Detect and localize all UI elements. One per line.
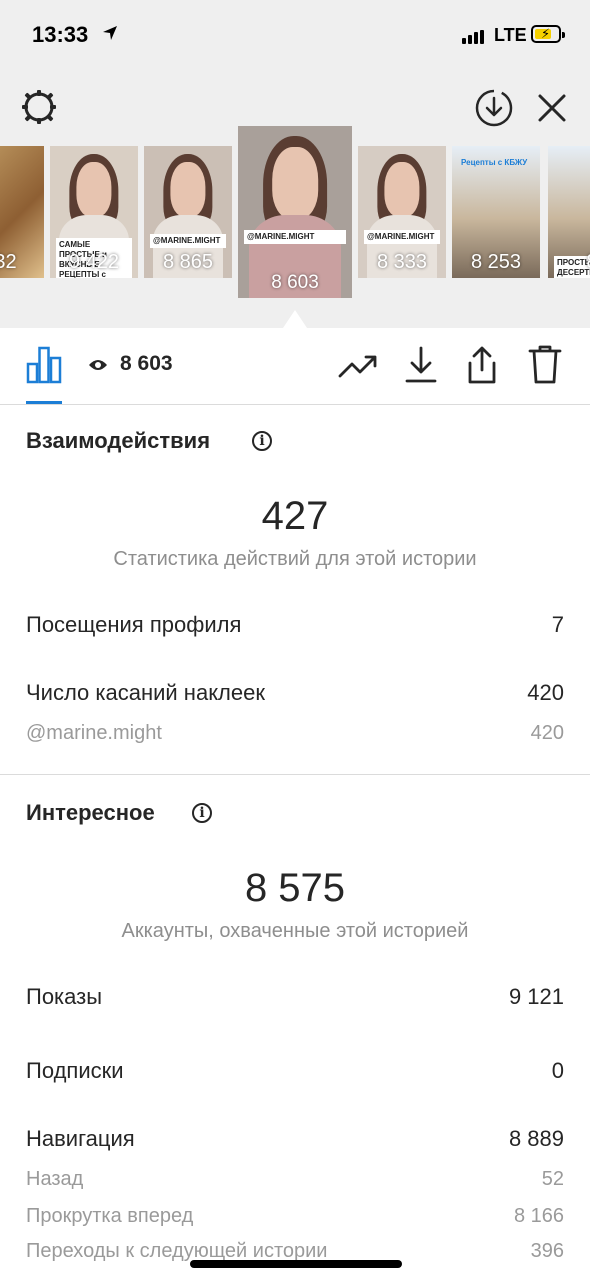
download-icon[interactable] (404, 346, 438, 384)
eye-icon (89, 360, 107, 370)
share-icon[interactable] (464, 345, 500, 385)
stat-label: Назад (26, 1168, 84, 1190)
stat-value: 8 889 (508, 1126, 564, 1151)
status-bar: 13:33 LTE ⚡ (0, 0, 590, 72)
story-thumbnail[interactable]: @MARINE.MIGHT 8 333 (358, 146, 446, 278)
stat-row-impressions: Показы 9 121 (26, 984, 564, 1010)
discovery-info-icon[interactable]: i (192, 803, 212, 823)
story-thumbnail[interactable]: САМЫЕ ПРОСТЫЕ и ВКУСНЫЕ РЕЦЕПТЫ с ВЫЖ 9 … (50, 146, 138, 278)
stat-subrow-back: Назад 52 (26, 1168, 564, 1191)
stat-value: 7 (551, 612, 564, 637)
stat-value: 396 (530, 1240, 564, 1262)
settings-gear-icon[interactable] (20, 88, 58, 126)
stat-value: 9 121 (508, 984, 564, 1009)
stat-label: Число касаний наклеек (26, 680, 265, 705)
download-circle-icon[interactable] (474, 88, 514, 128)
stat-subrow-forward: Прокрутка вперед 8 166 (26, 1205, 564, 1228)
interactions-info-icon[interactable]: i (252, 431, 272, 451)
story-thumbnail[interactable]: @MARINE.MIGHT 8 865 (144, 146, 232, 278)
network-type: LTE (494, 25, 527, 45)
location-arrow-icon (103, 26, 117, 40)
stat-value: 52 (541, 1168, 564, 1190)
stat-label: Переходы к следующей истории (26, 1240, 328, 1262)
home-indicator[interactable] (190, 1260, 402, 1268)
stat-row-follows: Подписки 0 (26, 1058, 564, 1084)
discovery-total: 8 575 (244, 866, 346, 910)
stat-value: 420 (530, 722, 564, 744)
trending-icon[interactable] (338, 350, 378, 382)
stat-label: Подписки (26, 1058, 124, 1083)
stat-row-sticker-taps: Число касаний наклеек 420 (26, 680, 564, 706)
interactions-title: Взаимодействия (26, 428, 211, 453)
trash-icon[interactable] (528, 344, 562, 386)
stat-label: Посещения профиля (26, 612, 242, 637)
story-header: 13:33 LTE ⚡ 2 САМЫЕ ПРОСТЫЕ и ВКУСНЫЕ РЕ… (0, 0, 590, 328)
stat-label: Прокрутка вперед (26, 1205, 194, 1227)
story-thumbnail[interactable]: Рецепты с КБЖУ 8 253 (452, 146, 540, 278)
stat-value: 8 166 (513, 1205, 564, 1227)
stat-label: @marine.might (26, 722, 162, 744)
story-thumbnail[interactable]: 332 (0, 146, 44, 278)
insights-toolbar: 8 603 (0, 328, 590, 405)
stat-value: 420 (527, 680, 564, 705)
insights-chart-icon[interactable] (26, 346, 62, 384)
close-icon[interactable] (536, 92, 568, 124)
interactions-total: 427 (261, 494, 329, 538)
stat-value: 0 (551, 1058, 564, 1083)
status-time: 13:33 (32, 22, 89, 47)
active-tab-indicator (26, 401, 62, 404)
stat-label: Навигация (26, 1126, 135, 1151)
discovery-caption: Аккаунты, охваченные этой историей (121, 920, 469, 942)
section-divider (0, 774, 590, 775)
stat-label: Показы (26, 984, 103, 1009)
stat-row-navigation: Навигация 8 889 (26, 1126, 564, 1152)
views-count: 8 603 (120, 352, 173, 375)
selected-story-pointer (283, 310, 307, 328)
story-thumbnail-selected[interactable]: @MARINE.MIGHT 8 603 (238, 126, 352, 298)
stat-subrow-mention: @marine.might 420 (26, 722, 564, 745)
interactions-caption: Статистика действий для этой истории (113, 548, 477, 570)
story-thumbnail[interactable]: ПРОСТЫЕ ДЕСЕРТЫ 8 (548, 146, 590, 278)
battery-icon: ⚡ (531, 25, 565, 43)
stat-row-profile-visits: Посещения профиля 7 (26, 612, 564, 638)
discovery-title: Интересное (26, 800, 155, 825)
story-thumbnails-strip: 332 САМЫЕ ПРОСТЫЕ и ВКУСНЫЕ РЕЦЕПТЫ с ВЫ… (0, 126, 590, 298)
